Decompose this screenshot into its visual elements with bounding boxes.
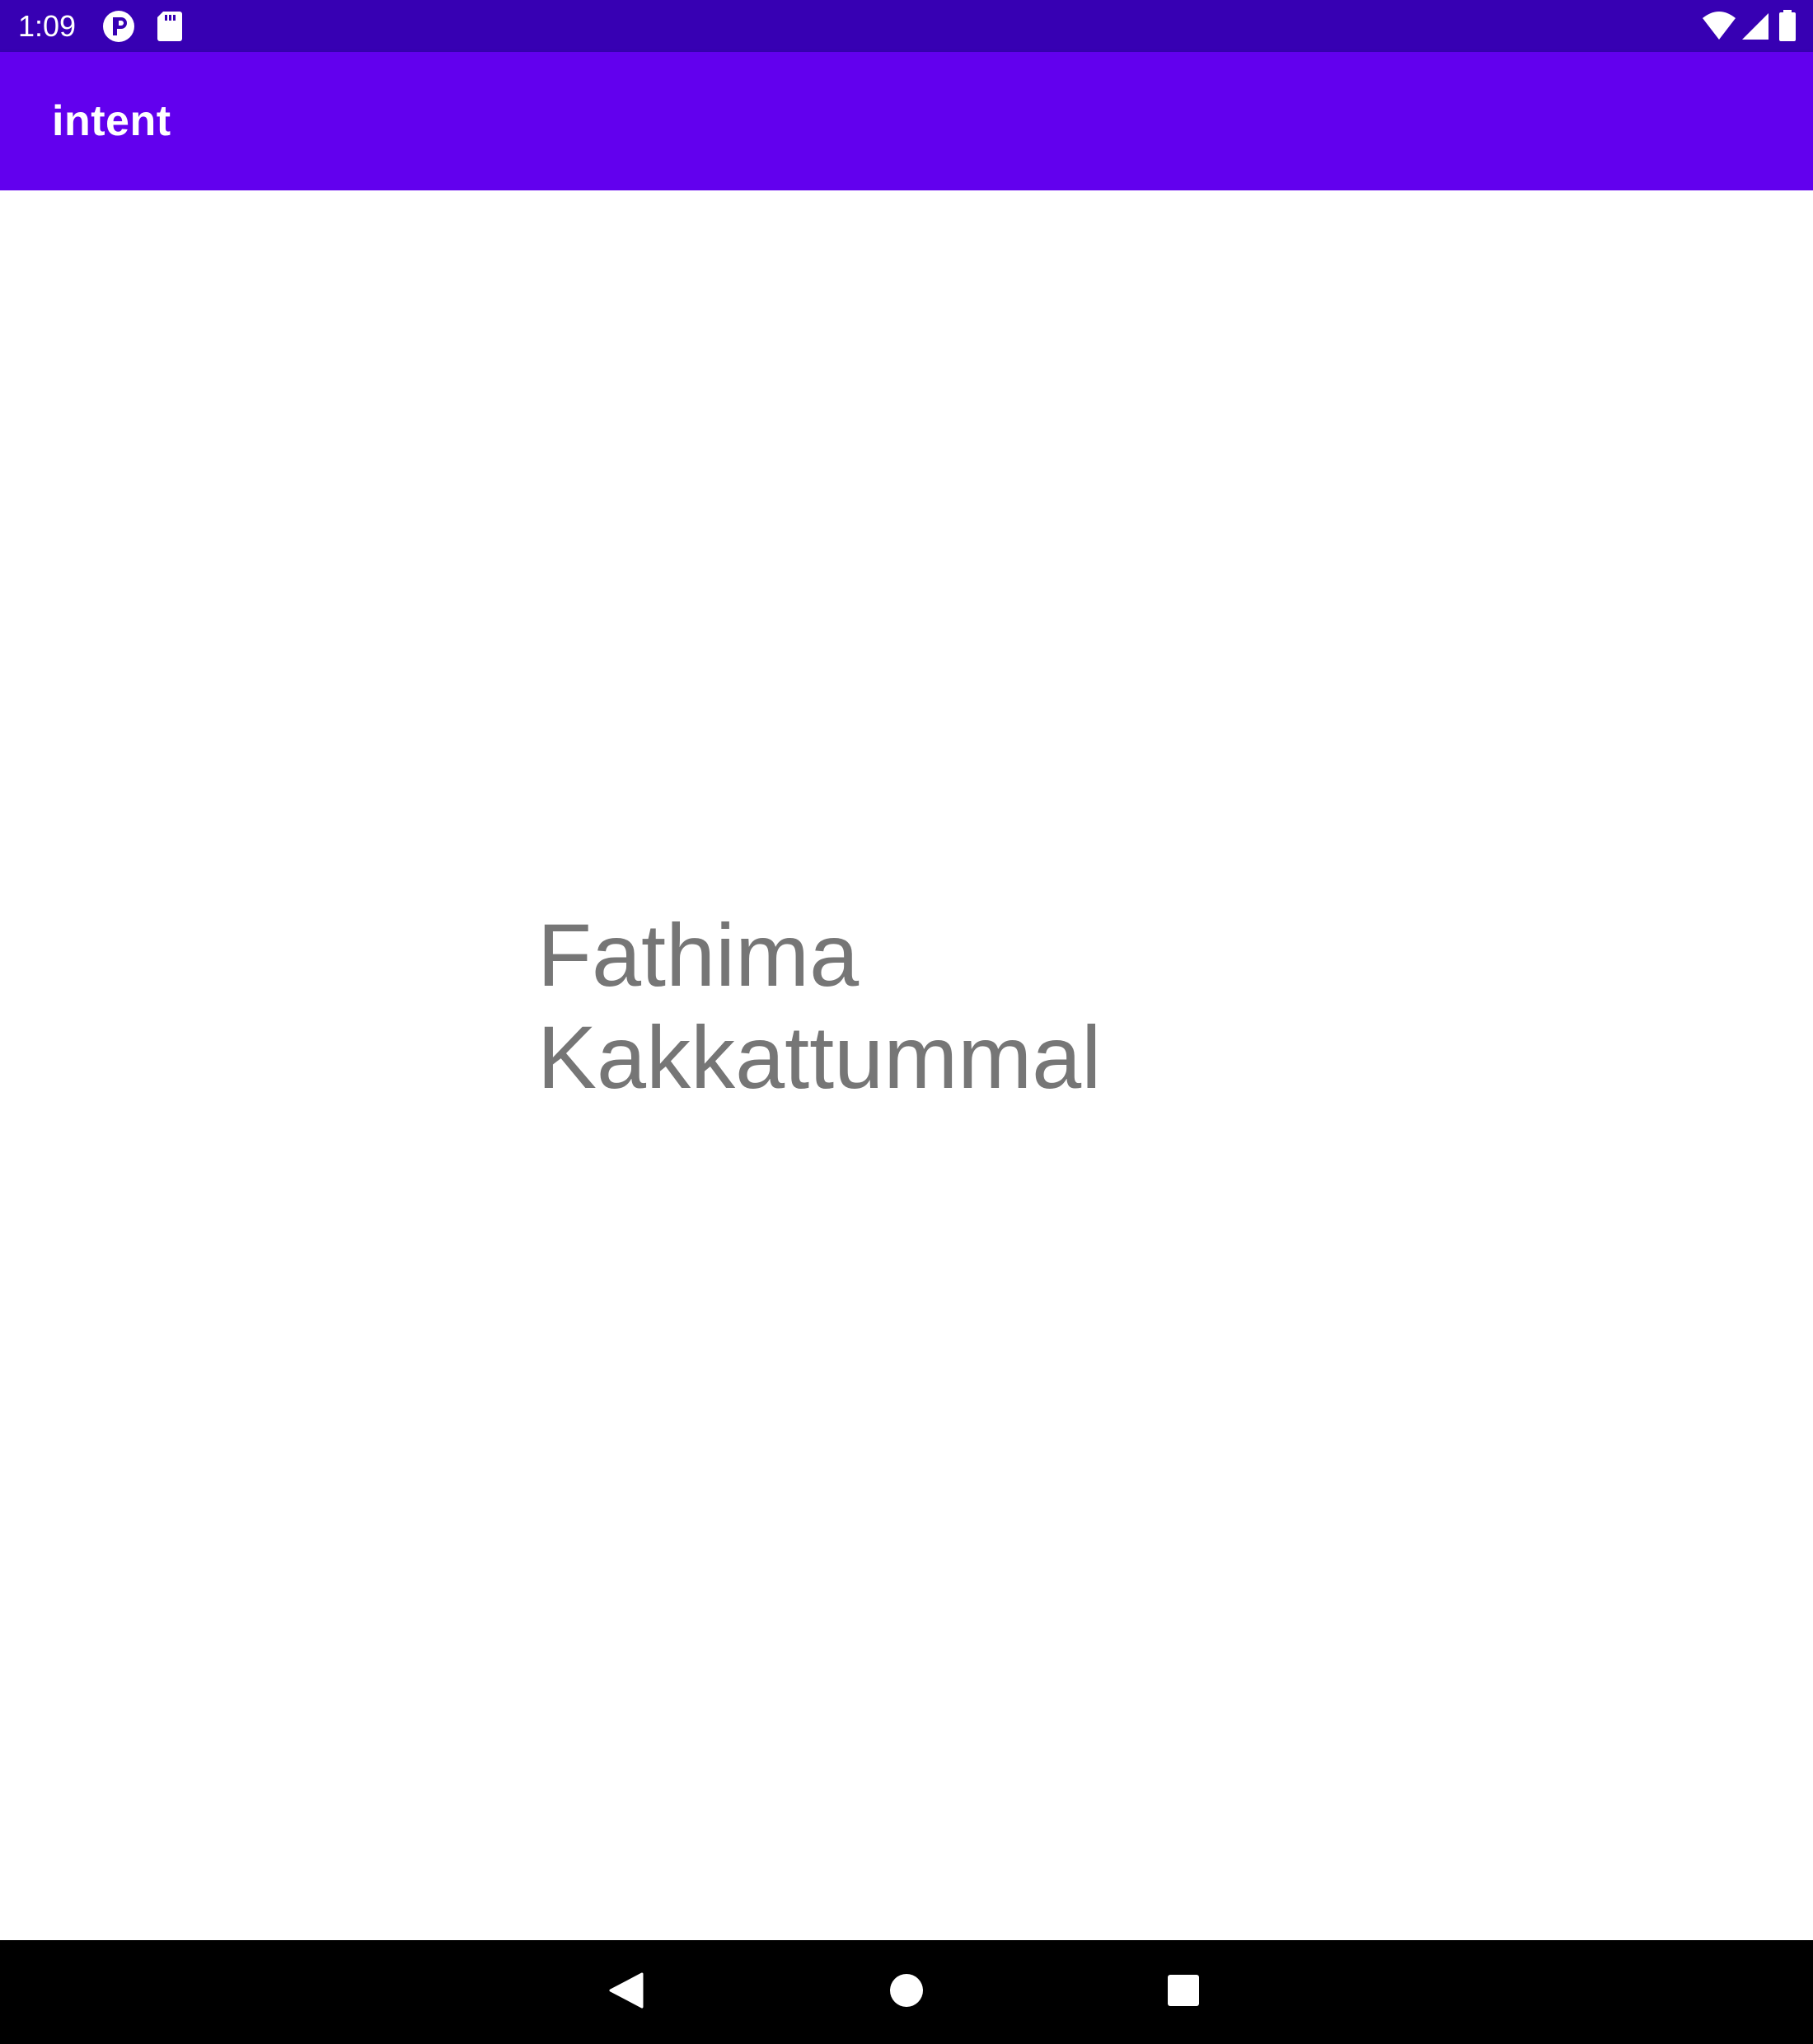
sd-card-icon: [157, 10, 183, 43]
nav-bar: [0, 1940, 1813, 2044]
recents-icon: [1166, 1973, 1201, 2012]
name-text: Fathima Kakkattummal: [537, 904, 1164, 1109]
wifi-icon: [1701, 10, 1737, 43]
status-time: 1:09: [18, 9, 77, 43]
name-first-line: Fathima: [537, 905, 860, 1005]
screen: 1:09 intent Fathima Kakkattummal: [0, 0, 1813, 2044]
content-area: Fathima Kakkattummal: [0, 190, 1813, 1940]
status-bar: 1:09: [0, 0, 1813, 52]
back-icon: [607, 1971, 647, 2014]
battery-icon: [1778, 10, 1797, 43]
back-button[interactable]: [600, 1965, 654, 2019]
recents-button[interactable]: [1156, 1965, 1211, 2019]
home-icon: [888, 1972, 925, 2013]
app-title: intent: [52, 97, 171, 145]
home-button[interactable]: [879, 1965, 934, 2019]
cell-signal-icon: [1740, 10, 1772, 43]
p-badge-icon: [102, 10, 135, 43]
app-bar: intent: [0, 52, 1813, 190]
name-second-line: Kakkattummal: [537, 1007, 1102, 1107]
